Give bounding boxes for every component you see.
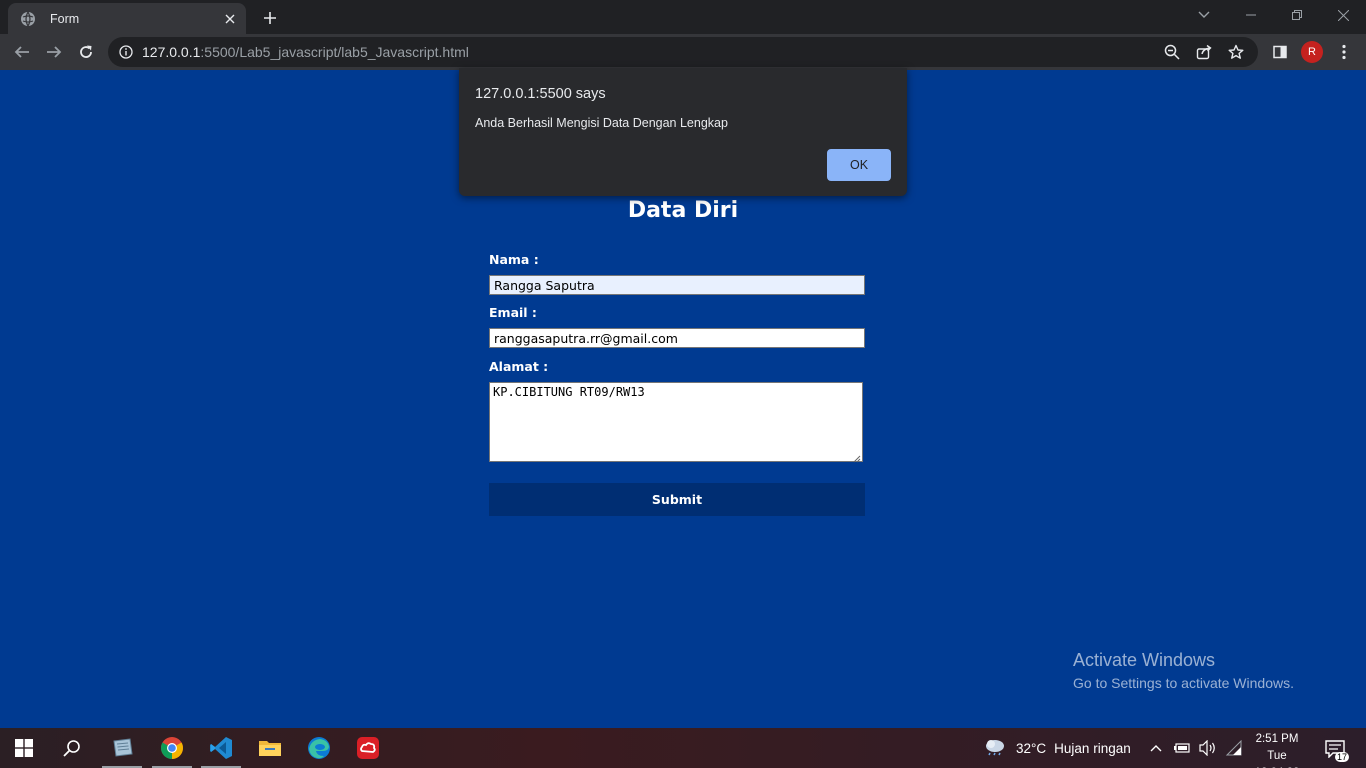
alamat-label: Alamat : (489, 359, 549, 374)
side-panel-icon[interactable] (1266, 38, 1294, 66)
share-icon[interactable] (1192, 42, 1216, 62)
file-explorer-icon[interactable] (246, 728, 294, 768)
close-tab-icon[interactable] (220, 9, 240, 29)
weather-condition: Hujan ringan (1054, 741, 1131, 756)
alamat-textarea[interactable]: KP.CIBITUNG RT09/RW13 (489, 382, 863, 463)
creative-cloud-icon[interactable] (344, 728, 392, 768)
tab-title: Form (50, 11, 80, 26)
clock-time: 2:51 PM (1255, 733, 1299, 745)
chevron-up-icon[interactable] (1146, 738, 1166, 758)
taskbar-clock[interactable]: 2:51 PM Tue 12.04.22 (1244, 731, 1310, 768)
site-info-icon[interactable] (118, 44, 134, 60)
activate-windows-title: Activate Windows (1073, 650, 1216, 670)
weather-temp: 32°C (1016, 741, 1047, 756)
notification-center-icon[interactable]: 17 (1320, 736, 1350, 762)
address-bar[interactable]: 127.0.0.1:5500/Lab5_javascript/lab5_Java… (108, 37, 1258, 67)
dialog-message: Anda Berhasil Mengisi Data Dengan Lengka… (475, 116, 728, 130)
profile-initial: R (1301, 41, 1323, 63)
notification-badge: 17 (1334, 752, 1349, 762)
restore-icon[interactable] (1274, 0, 1320, 30)
alamat-value: KP.CIBITUNG RT09/RW13 (493, 385, 645, 399)
system-tray (1146, 738, 1244, 758)
nama-input[interactable]: Rangga Saputra (489, 275, 865, 295)
dialog-title: 127.0.0.1:5500 says (475, 86, 606, 102)
tab-strip: Form (0, 0, 1366, 34)
back-arrow-icon[interactable] (8, 38, 36, 66)
window-controls (1228, 0, 1366, 30)
windows-taskbar: 32°C Hujan ringan 2:51 PM Tue 12.04.22 1… (0, 728, 1366, 768)
alert-dialog: 127.0.0.1:5500 says Anda Berhasil Mengis… (459, 68, 907, 196)
menu-dots-icon[interactable] (1330, 38, 1358, 66)
form-title: Data Diri (627, 198, 739, 223)
zoom-icon[interactable] (1160, 42, 1184, 62)
volume-icon[interactable] (1198, 738, 1218, 758)
url-text: 127.0.0.1:5500/Lab5_javascript/lab5_Java… (142, 44, 469, 60)
search-icon[interactable] (48, 728, 96, 768)
email-input[interactable]: ranggasaputra.rr@gmail.com (489, 328, 865, 348)
reload-icon[interactable] (72, 38, 100, 66)
minimize-icon[interactable] (1228, 0, 1274, 30)
submit-button[interactable]: Submit (489, 483, 865, 516)
notes-app-icon[interactable] (98, 728, 146, 768)
weather-widget[interactable]: 32°C Hujan ringan (984, 738, 1131, 759)
clock-date: Tue 12.04.22 (1255, 750, 1300, 768)
bookmark-star-icon[interactable] (1224, 42, 1248, 62)
new-tab-icon[interactable] (258, 6, 282, 30)
vscode-icon[interactable] (197, 728, 245, 768)
tab-search-icon[interactable] (1192, 4, 1216, 26)
profile-avatar[interactable]: R (1298, 38, 1326, 66)
battery-icon[interactable] (1172, 738, 1192, 758)
browser-toolbar: 127.0.0.1:5500/Lab5_javascript/lab5_Java… (0, 34, 1366, 70)
forward-arrow-icon[interactable] (40, 38, 68, 66)
nama-label: Nama : (489, 252, 539, 267)
close-window-icon[interactable] (1320, 0, 1366, 30)
activate-windows-watermark: Activate Windows Go to Settings to activ… (1073, 650, 1294, 691)
ok-button[interactable]: OK (827, 149, 891, 181)
email-label: Email : (489, 305, 537, 320)
edge-icon[interactable] (295, 728, 343, 768)
start-icon[interactable] (0, 728, 48, 768)
wifi-icon[interactable] (1224, 738, 1244, 758)
resize-grip-icon[interactable] (853, 452, 861, 463)
activate-windows-subtitle: Go to Settings to activate Windows. (1073, 675, 1294, 691)
browser-tab[interactable]: Form (8, 3, 246, 34)
globe-icon (20, 11, 36, 27)
chrome-icon[interactable] (148, 728, 196, 768)
cloud-rain-icon (984, 738, 1006, 759)
